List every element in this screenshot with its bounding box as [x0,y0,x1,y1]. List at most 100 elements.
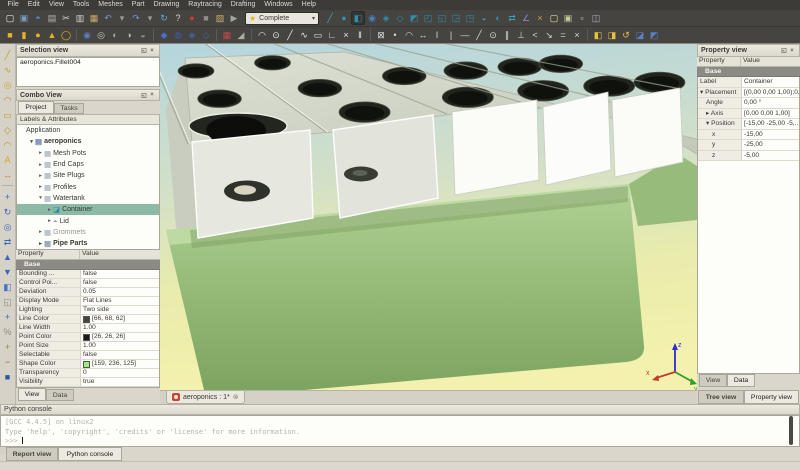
draft-offset-tool-icon[interactable]: ◎ [1,220,14,233]
view-rear-icon[interactable]: ◳ [463,11,477,25]
undo-more-icon[interactable]: ▾ [115,11,129,25]
measure-pen-icon[interactable]: ╱ [323,11,337,25]
draft-polygon-tool-icon[interactable]: ◇ [1,123,14,136]
property-value[interactable]: 0 [81,369,159,377]
menu-raytracing[interactable]: Raytracing [184,0,226,10]
constraint-symmetric-icon[interactable]: × [570,28,584,42]
draft-upgrade-tool-icon[interactable]: ▲ [1,250,14,263]
property-row-angle[interactable]: Angle0,00 ° [698,98,799,109]
chevron-right-icon[interactable]: ▸ [37,162,44,168]
draft-downgrade-tool-icon[interactable]: ▼ [1,265,14,278]
tab-view-right[interactable]: View [699,374,727,387]
stereo-view-icon[interactable]: ◧ [351,11,365,25]
float-panel-icon[interactable]: ◱ [780,47,788,54]
fillet-icon[interactable]: ◪ [633,28,647,42]
constraint-slope-icon[interactable]: ╱ [472,28,486,42]
property-row-point-color[interactable]: Point Color[26, 26, 26] [17,333,159,342]
compound-icon[interactable]: ◆ [157,28,171,42]
redo-icon[interactable]: ↷ [129,11,143,25]
chevron-right-icon[interactable]: ▸ [37,229,44,235]
property-value[interactable]: Two side [81,306,159,314]
draft-angle-icon[interactable]: ∟ [325,28,339,42]
view-front-icon[interactable]: ◰ [421,11,435,25]
property-row-line-width[interactable]: Line Width1.00 [17,324,159,333]
open-file-icon[interactable]: ▣ [17,11,31,25]
tab-data[interactable]: Data [46,389,74,401]
draft-point-tool-icon[interactable]: + [1,310,14,323]
draft-scale-tool-icon[interactable]: % [1,325,14,338]
draft-edit-tool-icon[interactable]: ◧ [1,280,14,293]
chamfer-icon[interactable]: ◩ [647,28,661,42]
tree-item-watertank[interactable]: ▾▦Watertank [17,193,159,204]
property-value[interactable]: [159, 236, 125] [81,360,159,368]
property-value[interactable]: true [81,378,159,386]
view-bottom-icon[interactable]: ◒ [477,11,491,25]
refine-shape-icon[interactable]: ◇ [199,28,213,42]
draft-cross-icon[interactable]: × [339,28,353,42]
dock-tab-tree-view[interactable]: Tree view [698,390,744,404]
boolean-common-icon[interactable]: ◎ [94,28,108,42]
property-row-visibility[interactable]: Visibilitytrue [17,378,159,387]
draft-trimex-tool-icon[interactable]: ⇄ [1,235,14,248]
clipboard-doc-icon[interactable]: ◫ [589,11,603,25]
constraint-perpendicular-icon[interactable]: ⊥ [514,28,528,42]
tree-item-application[interactable]: Application [17,125,159,136]
tab-tasks[interactable]: Tasks [54,103,84,114]
view-axonometric-icon[interactable]: ◩ [407,11,421,25]
macro-record-icon[interactable]: ● [185,11,199,25]
new-file-icon[interactable]: ▢ [3,11,17,25]
property-value[interactable]: -15,00 [742,130,799,140]
menu-edit[interactable]: Edit [23,0,44,10]
close-panel-icon[interactable]: × [148,48,156,54]
end-cap-5[interactable] [612,88,683,177]
property-value[interactable]: -25,00 [742,140,799,150]
menu-file[interactable]: File [3,0,23,10]
draft-arc-icon[interactable]: ◠ [255,28,269,42]
draft-dimension-tool-icon[interactable]: ↔ [1,168,14,181]
property-row-transparency[interactable]: Transparency0 [17,369,159,378]
chevron-right-icon[interactable]: ▸ [37,241,44,247]
console-prompt-line[interactable]: >>> [5,437,795,447]
view-rotate-icon[interactable]: ◈ [379,11,393,25]
draft-arc-tool-icon[interactable]: ◠ [1,93,14,106]
property-value[interactable]: [26, 26, 26] [81,333,159,341]
image-page-icon[interactable]: ▣ [561,11,575,25]
close-panel-icon[interactable]: × [148,92,156,98]
console-scrollbar[interactable] [789,416,793,445]
draft-circle-tool-icon[interactable]: ◎ [1,78,14,91]
draft-polyline-icon[interactable]: ∿ [297,28,311,42]
property-row-display-mode[interactable]: Display ModeFlat Lines [17,297,159,306]
property-value[interactable]: false [81,270,159,278]
property-row-selectable[interactable]: Selectablefalse [17,351,159,360]
tab-view[interactable]: View [18,388,46,401]
property-value[interactable]: false [81,279,159,287]
chevron-right-icon[interactable]: ▸ [37,150,44,156]
draft-circle-icon[interactable]: ⊙ [269,28,283,42]
chevron-down-icon[interactable]: ▾ [37,195,44,201]
zoom-region-icon[interactable]: ◉ [365,11,379,25]
end-cap-3[interactable] [452,100,539,195]
chevron-right-icon[interactable]: ▸ [46,207,53,213]
part-cylinder-icon[interactable]: ▮ [17,28,31,42]
property-value[interactable]: 0.05 [81,288,159,296]
3d-viewport[interactable]: z y x [160,44,697,390]
menu-drawing[interactable]: Drawing [149,0,184,10]
property-row-point-size[interactable]: Point Size1.00 [17,342,159,351]
selection-item[interactable]: aeroponics.Fillet004 [17,58,159,67]
menu-view[interactable]: View [44,0,68,10]
boolean-op-icon[interactable]: ◍ [171,28,185,42]
property-value[interactable]: 1.00 [81,324,159,332]
draft-rectangle-icon[interactable]: ▭ [311,28,325,42]
constraint-line-icon[interactable]: | [444,28,458,42]
chevron-right-icon[interactable]: ▸ [37,184,44,190]
property-row-deviation[interactable]: Deviation0.05 [17,288,159,297]
menu-meshes[interactable]: Meshes [94,0,128,10]
print-icon[interactable]: ▤ [45,11,59,25]
draft-rectangle-tool-icon[interactable]: ▭ [1,108,14,121]
close-panel-icon[interactable]: × [788,48,796,54]
tree-item-profiles[interactable]: ▸▦Profiles [17,181,159,192]
texture-icon[interactable]: ▢ [547,11,561,25]
property-value[interactable]: Flat Lines [81,297,159,305]
part-cone-icon[interactable]: ▲ [45,28,59,42]
draft-move-tool-icon[interactable]: + [1,190,14,203]
